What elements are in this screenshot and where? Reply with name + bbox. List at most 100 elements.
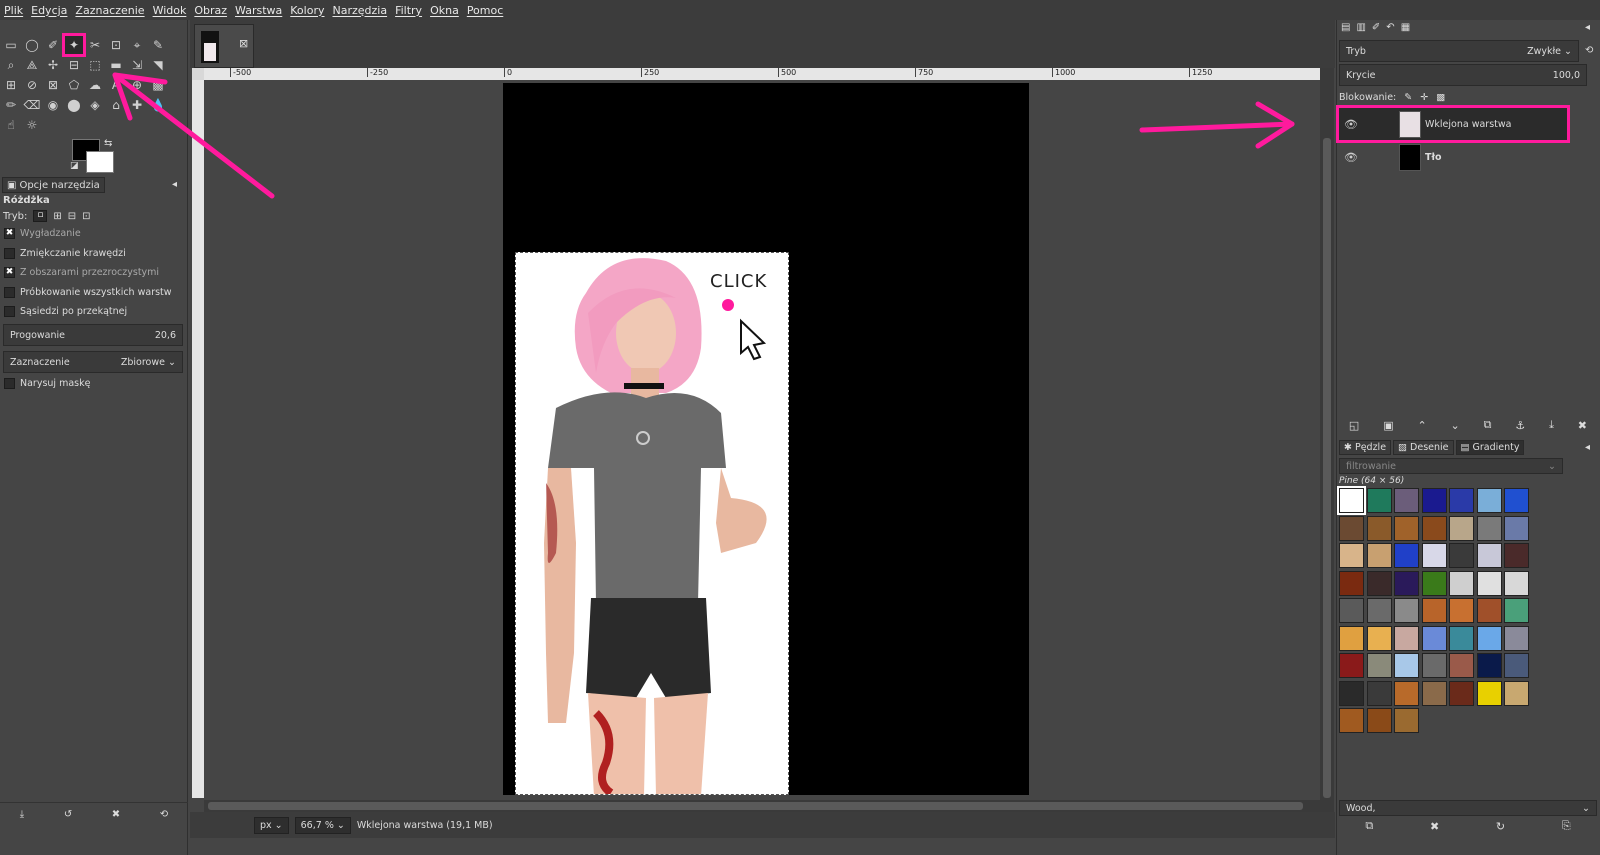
tool-icon[interactable]: ✂ — [86, 36, 104, 54]
pattern-swatch[interactable] — [1339, 515, 1364, 541]
close-icon[interactable]: ⊠ — [239, 37, 248, 50]
pattern-swatch[interactable] — [1449, 488, 1474, 513]
checkbox[interactable]: ✖ — [4, 267, 15, 278]
pattern-swatch[interactable] — [1449, 515, 1474, 541]
pattern-swatch[interactable] — [1394, 708, 1419, 733]
checkbox[interactable]: ✖ — [4, 228, 15, 239]
threshold-spinner[interactable]: Progowanie 20,6 — [3, 324, 183, 346]
tool-icon[interactable]: ⌖ — [128, 36, 146, 54]
pattern-swatch[interactable] — [1476, 488, 1502, 513]
delete-options-icon[interactable]: ✖ — [112, 809, 120, 820]
horizontal-ruler[interactable]: -500 -250 0 250 500 750 1000 1250 — [204, 68, 1322, 80]
pattern-swatch[interactable] — [1366, 680, 1392, 706]
zoom-dropdown[interactable]: 66,7 % ⌄ — [294, 816, 351, 834]
pattern-swatch[interactable] — [1449, 653, 1474, 678]
anchor-layer-icon[interactable]: ⚓ — [1515, 419, 1525, 432]
pattern-swatch[interactable] — [1476, 625, 1502, 651]
tool-icon[interactable]: ⌫ — [23, 96, 41, 114]
checkbox[interactable] — [4, 286, 15, 298]
pattern-swatch[interactable] — [1449, 570, 1474, 596]
tool-icon[interactable]: ⬚ — [86, 56, 104, 74]
pattern-swatch[interactable] — [1504, 543, 1529, 568]
pattern-swatch[interactable] — [1476, 543, 1502, 568]
pattern-swatch[interactable] — [1366, 625, 1392, 651]
tool-icon[interactable]: ⊕ — [128, 76, 146, 94]
menu-item[interactable]: Obraz — [194, 4, 227, 17]
pattern-swatch[interactable] — [1366, 598, 1392, 623]
filter-input[interactable]: filtrowanie ⌄ — [1339, 458, 1563, 474]
vertical-scrollbar[interactable] — [1320, 68, 1334, 813]
tool-icon[interactable]: ◥ — [149, 56, 167, 74]
pattern-swatch[interactable] — [1421, 515, 1447, 541]
images-tab-icon[interactable]: ▦ — [1401, 22, 1410, 33]
tool-icon[interactable]: 💧 — [149, 96, 167, 114]
menu-item[interactable]: Filtry — [395, 4, 422, 17]
pattern-swatch[interactable] — [1394, 625, 1419, 651]
pattern-swatch[interactable] — [1339, 543, 1364, 568]
vertical-ruler[interactable] — [192, 80, 204, 798]
pattern-swatch[interactable] — [1394, 543, 1419, 568]
mode-add-icon[interactable]: ⊞ — [53, 211, 61, 222]
pattern-swatch[interactable] — [1476, 515, 1502, 541]
pattern-swatch[interactable] — [1504, 625, 1529, 651]
lock-alpha-icon[interactable]: ▩ — [1436, 92, 1445, 103]
pattern-swatch[interactable] — [1449, 625, 1474, 651]
pattern-swatch[interactable] — [1504, 570, 1529, 596]
tool-option[interactable]: ✖ Z obszarami przezroczystymi — [4, 267, 159, 278]
pattern-swatch[interactable] — [1504, 680, 1529, 706]
pattern-swatch[interactable] — [1339, 598, 1364, 623]
tool-icon[interactable]: ☼ — [23, 116, 41, 134]
pattern-swatch[interactable] — [1339, 708, 1364, 733]
menu-item[interactable]: Okna — [430, 4, 459, 17]
tab-patterns[interactable]: ▧ Desenie — [1393, 440, 1454, 455]
restore-options-icon[interactable]: ↺ — [64, 809, 72, 820]
tool-icon[interactable]: A — [107, 76, 125, 94]
panel-menu-icon[interactable]: ◂ — [172, 179, 177, 190]
pattern-swatch[interactable] — [1504, 598, 1529, 623]
pattern-swatch[interactable] — [1476, 570, 1502, 596]
tool-icon[interactable]: ⊠ — [44, 76, 62, 94]
pattern-swatch[interactable] — [1339, 653, 1364, 678]
menu-item[interactable]: Pomoc — [467, 4, 503, 17]
tool-icon[interactable]: ✐ — [44, 36, 62, 54]
pattern-swatch[interactable] — [1394, 570, 1419, 596]
lock-position-icon[interactable]: ✛ — [1420, 92, 1428, 103]
pattern-swatch[interactable] — [1476, 680, 1502, 706]
channels-tab-icon[interactable]: ▥ — [1356, 22, 1365, 33]
tool-option[interactable]: Próbkowanie wszystkich warstw — [4, 286, 172, 298]
menu-item[interactable]: Narzędzia — [332, 4, 387, 17]
pattern-swatch[interactable] — [1366, 653, 1392, 678]
panel-menu-icon[interactable]: ◂ — [1585, 22, 1590, 33]
pattern-swatch[interactable] — [1476, 653, 1502, 678]
pattern-swatch[interactable] — [1504, 653, 1529, 678]
tool-icon[interactable]: ⊘ — [23, 76, 41, 94]
reset-options-icon[interactable]: ⟲ — [160, 809, 168, 820]
visibility-eye-icon[interactable]: 👁 — [1339, 151, 1363, 164]
checkbox[interactable] — [4, 306, 15, 317]
mode-replace-icon[interactable]: ▫ — [33, 210, 48, 222]
horizontal-scrollbar[interactable] — [204, 800, 1320, 812]
raise-layer-icon[interactable]: ⌃ — [1417, 419, 1426, 432]
lower-layer-icon[interactable]: ⌄ — [1451, 419, 1460, 432]
tool-icon[interactable]: ▬ — [107, 56, 125, 74]
pattern-swatch[interactable] — [1421, 625, 1447, 651]
pattern-swatch[interactable] — [1366, 570, 1392, 596]
paths-tab-icon[interactable]: ✐ — [1372, 22, 1380, 33]
tool-icon[interactable]: ⊟ — [65, 56, 83, 74]
layer-row[interactable]: 👁 Tło — [1339, 141, 1567, 173]
pattern-swatch[interactable] — [1394, 598, 1419, 623]
canvas-area[interactable]: CLICK — [204, 80, 1320, 798]
refresh-patterns-icon[interactable]: ↻ — [1496, 820, 1505, 833]
tool-icon[interactable]: ⊡ — [107, 36, 125, 54]
pattern-swatch[interactable] — [1366, 708, 1392, 733]
pattern-swatch[interactable] — [1394, 488, 1419, 513]
checkbox[interactable] — [4, 247, 15, 259]
pattern-name-field[interactable]: Wood, ⌄ — [1339, 800, 1597, 816]
pattern-swatch[interactable] — [1421, 653, 1447, 678]
tool-icon[interactable]: ⌕ — [2, 56, 20, 74]
layers-tab-icon[interactable]: ▤ — [1341, 22, 1350, 33]
menu-item[interactable]: Warstwa — [235, 4, 282, 17]
pattern-swatch[interactable] — [1476, 598, 1502, 623]
lock-pixels-icon[interactable]: ✎ — [1404, 92, 1412, 103]
pattern-swatch[interactable] — [1366, 543, 1392, 568]
